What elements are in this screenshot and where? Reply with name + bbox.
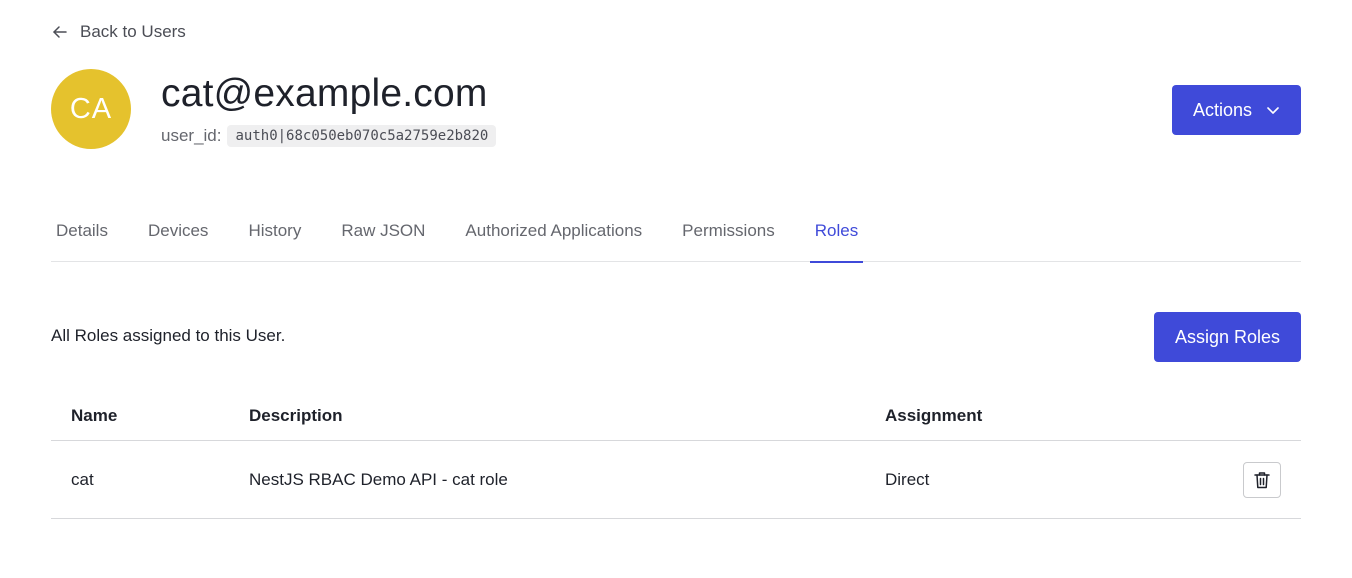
user-id-row: user_id: auth0|68c050eb070c5a2759e2b820 (161, 125, 497, 147)
avatar-initials: CA (69, 92, 113, 125)
roles-table: Name Description Assignment cat NestJS R… (51, 390, 1301, 519)
role-description: NestJS RBAC Demo API - cat role (249, 470, 508, 489)
user-id-label: user_id: (161, 126, 222, 145)
table-row: cat NestJS RBAC Demo API - cat role Dire… (51, 441, 1301, 519)
assign-roles-button[interactable]: Assign Roles (1154, 312, 1301, 362)
chevron-down-icon (1267, 107, 1279, 114)
tab-roles[interactable]: Roles (809, 205, 864, 263)
tab-details[interactable]: Details (51, 205, 113, 262)
tab-raw-json[interactable]: Raw JSON (336, 205, 430, 262)
column-header-assignment: Assignment (885, 406, 983, 425)
arrow-left-icon (52, 24, 68, 40)
roles-section-description: All Roles assigned to this User. (51, 326, 286, 345)
back-link-label: Back to Users (80, 22, 186, 41)
actions-button-label: Actions (1192, 99, 1253, 120)
back-to-users-link[interactable]: Back to Users (52, 22, 186, 42)
tab-bar: Details Devices History Raw JSON Authori… (51, 205, 1301, 263)
tab-permissions[interactable]: Permissions (677, 205, 780, 262)
actions-button[interactable]: Actions (1172, 85, 1301, 135)
page-title: cat@example.com (161, 72, 488, 115)
column-header-description: Description (249, 406, 343, 425)
role-name-link[interactable]: cat (71, 470, 94, 490)
role-assignment: Direct (885, 470, 930, 489)
column-header-name: Name (71, 406, 118, 425)
user-detail-page: Back to Users CA cat@example.com user_id… (0, 0, 1352, 578)
table-header-row: Name Description Assignment (51, 390, 1301, 441)
user-id-value: auth0|68c050eb070c5a2759e2b820 (227, 125, 497, 147)
tab-devices[interactable]: Devices (143, 205, 213, 262)
tab-history[interactable]: History (243, 205, 306, 262)
tab-authorized-applications[interactable]: Authorized Applications (460, 205, 647, 262)
remove-role-button[interactable] (1243, 462, 1281, 498)
avatar: CA (51, 69, 131, 149)
trash-icon (1254, 472, 1270, 489)
